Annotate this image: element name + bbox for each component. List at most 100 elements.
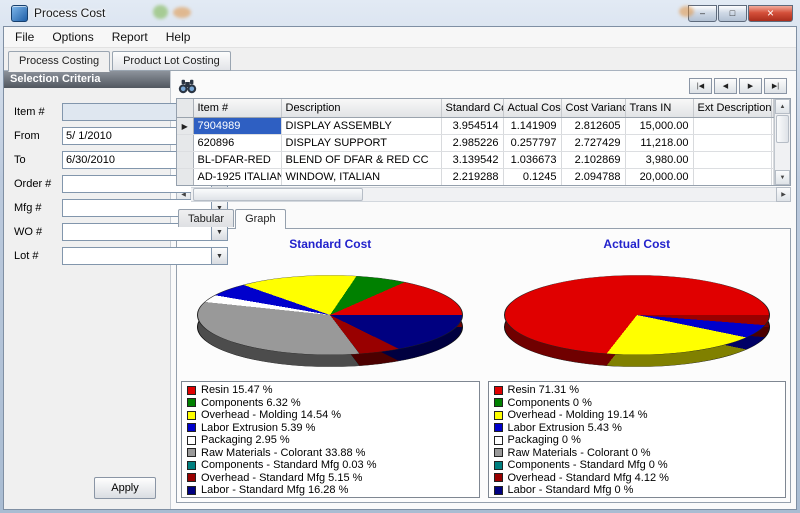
menu-item-report[interactable]: Report [103,27,157,47]
table-row[interactable]: 620896DISPLAY SUPPORT2.9852260.2577972.7… [177,135,774,152]
selection-criteria-header: Selection Criteria [4,71,170,88]
column-header-trans-in[interactable]: Trans IN [625,99,693,118]
legend-label: Labor - Standard Mfg 16.28 % [201,484,348,496]
field-row-mfg: Mfg #▼ [14,196,162,220]
cell-cost-variance[interactable]: 2.094788 [561,169,625,186]
view-tab-tabular[interactable]: Tabular [178,209,234,227]
cell-standard-cost[interactable]: 2.219288 [441,169,503,186]
legend-label: Resin 15.47 % [201,384,273,396]
scroll-up-icon[interactable]: ▲ [775,99,790,114]
cell-item[interactable]: BL-DFAR-RED [193,152,281,169]
field-label-mfg: Mfg # [14,202,62,214]
cell-standard-cost[interactable]: 3.139542 [441,152,503,169]
glass-reflection [679,6,694,17]
legend-label: Components 0 % [508,397,592,409]
legend-item: Overhead - Standard Mfg 5.15 % [187,472,474,485]
legend-swatch [494,486,503,495]
record-nav: |◀◀▶▶| [689,78,787,94]
cell-item[interactable]: 7904989 [193,118,281,135]
view-tab-strip: TabularGraph [176,209,791,228]
cell-actual-cost[interactable]: 1.141909 [503,118,561,135]
menu-item-options[interactable]: Options [43,27,102,47]
field-row-to: To▼ [14,148,162,172]
field-label-to: To [14,154,62,166]
view-tab-graph[interactable]: Graph [235,209,286,229]
cell-description[interactable]: WINDOW, ITALIAN [281,169,441,186]
table-row[interactable]: ▶7904989DISPLAY ASSEMBLY3.9545141.141909… [177,118,774,135]
nav-first-button[interactable]: |◀ [689,78,712,94]
scroll-down-icon[interactable]: ▼ [775,170,790,185]
cell-cost-variance[interactable]: 2.812605 [561,118,625,135]
apply-button[interactable]: Apply [94,477,156,499]
legend-item: Components 0 % [494,397,781,410]
tab-process-costing[interactable]: Process Costing [8,51,110,72]
column-header-description[interactable]: Description [281,99,441,118]
title-bar[interactable]: Process Cost – □ × [3,0,797,26]
column-header-cost-variance[interactable]: Cost Variance [561,99,625,118]
cell-description[interactable]: DISPLAY SUPPORT [281,135,441,152]
tab-product-lot-costing[interactable]: Product Lot Costing [112,51,231,71]
cell-standard-cost[interactable]: 3.954514 [441,118,503,135]
cell-trans-in[interactable]: 20,000.00 [625,169,693,186]
cell-description[interactable]: BLEND OF DFAR & RED CC [281,152,441,169]
cell-cost-variance[interactable]: 2.727429 [561,135,625,152]
cell-ext-description[interactable] [693,169,771,186]
column-header-actual-cost[interactable]: Actual Cost [503,99,561,118]
cell-ext-description[interactable] [693,118,771,135]
cell-actual-cost[interactable]: 0.257797 [503,135,561,152]
cell-standard-cost[interactable]: 2.985226 [441,135,503,152]
cell-item[interactable]: 620896 [193,135,281,152]
maximize-button[interactable]: □ [718,5,747,22]
nav-next-button[interactable]: ▶ [739,78,762,94]
vertical-scroll-thumb[interactable] [776,115,789,143]
cell-trans-in[interactable]: 15,000.00 [625,118,693,135]
column-header-ext-description[interactable]: Ext Description [693,99,771,118]
table-row[interactable]: BL-DFAR-REDBLEND OF DFAR & RED CC3.13954… [177,152,774,169]
main-area: |◀◀▶▶| Item #DescriptionStandard CostAct… [171,71,796,509]
legend-label: Labor - Standard Mfg 0 % [508,484,634,496]
cell-item[interactable]: AD-1925 ITALIAN [193,169,281,186]
legend-swatch [494,448,503,457]
legend-swatch [494,423,503,432]
find-icon[interactable] [178,79,197,94]
field-label-wo: WO # [14,226,62,238]
cell-ext-description[interactable] [693,135,771,152]
horizontal-scroll-thumb[interactable] [193,188,363,201]
cell-actual-cost[interactable]: 0.1245 [503,169,561,186]
menu-item-file[interactable]: File [6,27,43,47]
cell-actual-cost[interactable]: 1.036673 [503,152,561,169]
content-area: Selection Criteria Item #…From▼To▼Order … [4,71,796,509]
cell-trans-in[interactable]: 3,980.00 [625,152,693,169]
nav-last-button[interactable]: ▶| [764,78,787,94]
legend-swatch [187,448,196,457]
legend-label: Components - Standard Mfg 0 % [508,459,668,471]
grid-header-row: Item #DescriptionStandard CostActual Cos… [177,99,774,118]
legend-label: Overhead - Molding 19.14 % [508,409,648,421]
column-header-item[interactable]: Item # [193,99,281,118]
grid-horizontal-scrollbar[interactable]: ◀ ▶ [176,187,791,202]
legend-label: Components - Standard Mfg 0.03 % [201,459,376,471]
table-row[interactable]: AD-1925 ITALIANWINDOW, ITALIAN2.2192880.… [177,169,774,186]
cell-description[interactable]: DISPLAY ASSEMBLY [281,118,441,135]
field-label-lot: Lot # [14,250,62,262]
nav-previous-button[interactable]: ◀ [714,78,737,94]
menu-item-help[interactable]: Help [157,27,200,47]
cell-trans-in[interactable]: 11,218.00 [625,135,693,152]
cell-cost-variance[interactable]: 2.102869 [561,152,625,169]
legend-label: Labor Extrusion 5.43 % [508,422,622,434]
legend-swatch [187,398,196,407]
results-grid: Item #DescriptionStandard CostActual Cos… [177,99,774,186]
app-icon [11,5,28,22]
field-label-order: Order # [14,178,62,190]
legend-label: Packaging 2.95 % [201,434,290,446]
horizontal-scroll-track[interactable] [191,187,776,202]
field-label-item: Item # [14,106,62,118]
vertical-scroll-track[interactable] [775,114,790,170]
graph-panel: Standard Cost Resin 15.47 %Components 6.… [176,228,791,503]
scroll-right-icon[interactable]: ▶ [776,187,791,202]
close-button[interactable]: × [748,5,793,22]
cell-ext-description[interactable] [693,152,771,169]
grid-vertical-scrollbar[interactable]: ▲ ▼ [774,99,790,185]
legend-label: Labor Extrusion 5.39 % [201,422,315,434]
column-header-standard-cost[interactable]: Standard Cost [441,99,503,118]
